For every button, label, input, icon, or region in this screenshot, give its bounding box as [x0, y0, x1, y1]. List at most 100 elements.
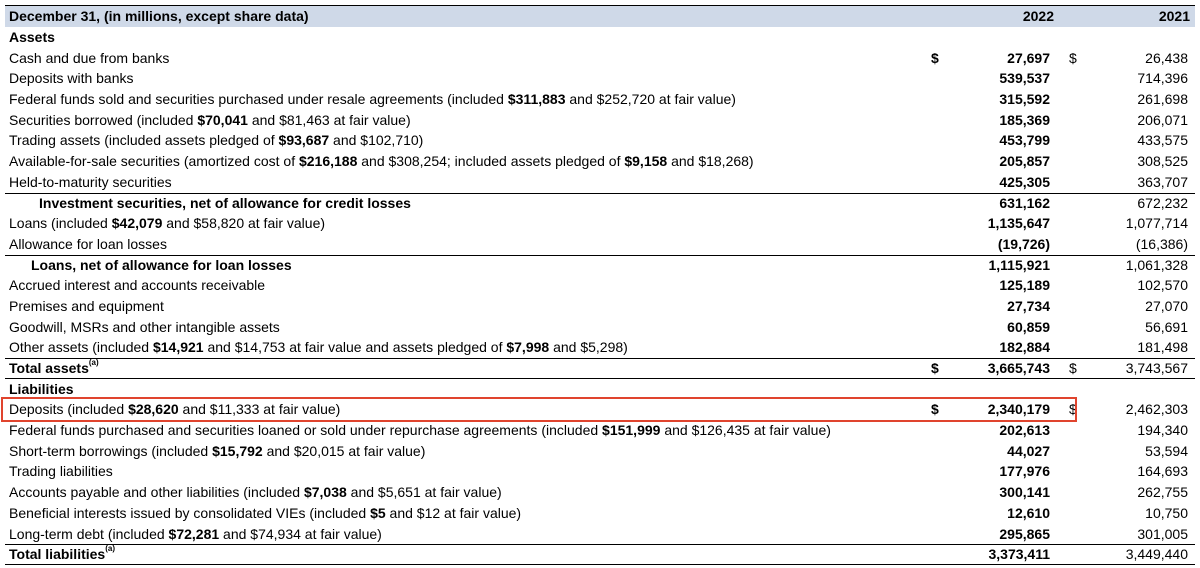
row-label: Deposits with banks [9, 68, 134, 89]
table-row: Goodwill, MSRs and other intangible asse… [5, 317, 1195, 338]
value-2021: 102,570 [1137, 277, 1188, 294]
value-2022: 453,799 [999, 132, 1050, 149]
value-2021: 1,061,328 [1125, 256, 1188, 273]
row-label-bold-part: $14,921 [152, 339, 204, 356]
row-label-bold-part: Total liabilities [9, 546, 106, 563]
row-label: Premises and equipment [9, 296, 164, 317]
table-row: Trading liabilities 177,976 164,693 [5, 461, 1195, 482]
row-label-part: Securities borrowed (included [9, 111, 198, 128]
value-2022: 315,592 [999, 91, 1050, 108]
table-row-highlighted: Deposits (included $28,620 and $11,333 a… [5, 399, 1195, 420]
row-label-part: Available-for-sale securities (amortized… [9, 153, 299, 170]
row-label-bold-part: $7,038 [303, 484, 347, 501]
value-2021: 26,438 [1145, 49, 1188, 66]
value-2021: 206,071 [1137, 111, 1188, 128]
row-label-part: and $18,268) [667, 153, 754, 170]
currency-symbol-2021: $ [1069, 401, 1077, 418]
row-label-part: and $5,298) [549, 339, 628, 356]
value-2022: 295,865 [999, 525, 1050, 542]
row-label-part: and $252,720 at fair value) [565, 91, 736, 108]
value-2021: 714,396 [1137, 70, 1188, 87]
row-label-part: Held-to-maturity securities [9, 173, 172, 190]
row-label: Accrued interest and accounts receivable [9, 275, 265, 296]
value-2021: 53,594 [1145, 442, 1188, 459]
row-label: Short-term borrowings (included $15,792 … [9, 441, 425, 462]
row-label: Federal funds sold and securities purcha… [9, 89, 736, 110]
table-body: Assets Cash and due from banks $27,697 $26,… [5, 27, 1195, 565]
row-label-bold-part: $5 [370, 504, 386, 521]
value-2022: 3,373,411 [988, 546, 1050, 563]
footnote-marker: (a) [105, 544, 115, 554]
value-2021: 10,750 [1145, 504, 1188, 521]
row-label-bold-part: $72,281 [168, 525, 220, 542]
value-2021: 433,575 [1137, 132, 1188, 149]
value-2022: 205,857 [999, 153, 1050, 170]
row-label-bold-part: Loans, net of allowance for loan losses [31, 256, 292, 273]
row-label: Total assets(a) [9, 358, 99, 379]
row-label-part: and $58,820 at fair value) [162, 215, 326, 232]
table-row: Total assets(a) $3,665,743 $3,743,567 [5, 358, 1195, 379]
row-label-part: Loans (included [9, 215, 112, 232]
value-2021: 27,070 [1145, 297, 1188, 314]
row-label: Securities borrowed (included $70,041 an… [9, 110, 411, 131]
row-label-part: and $74,934 at fair value) [219, 525, 382, 542]
row-label: Goodwill, MSRs and other intangible asse… [9, 317, 280, 338]
header-col-2021: 2021 [1158, 8, 1190, 24]
value-2021: 194,340 [1137, 422, 1188, 439]
section-heading-label: Assets [9, 29, 55, 45]
row-label-part: and $308,254; included assets pledged of [357, 153, 625, 170]
value-2021: 1,077,714 [1125, 215, 1188, 232]
row-label-part: Short-term borrowings (included [9, 442, 213, 459]
value-2022: (19,726) [997, 235, 1050, 252]
currency-symbol-2022: $ [931, 401, 939, 418]
row-label-part: and $102,710) [329, 132, 424, 149]
table-row: Allowance for loan losses (19,726) (16,386… [5, 234, 1195, 255]
row-label-bold-part: $42,079 [111, 215, 163, 232]
row-label-part: Deposits (included [9, 401, 129, 418]
value-2021: 181,498 [1137, 339, 1188, 356]
row-label: Loans (included $42,079 and $58,820 at f… [9, 213, 325, 234]
value-2022: 12,610 [1007, 504, 1050, 521]
value-2022: 125,189 [999, 277, 1050, 294]
row-label-bold-part: $7,998 [506, 339, 550, 356]
value-2022: 631,162 [999, 194, 1050, 211]
row-label-bold-part: $93,687 [278, 132, 330, 149]
table-row: Short-term borrowings (included $15,792 … [5, 441, 1195, 462]
value-2022: 27,734 [1007, 297, 1050, 314]
row-label-bold-part: Total assets [9, 360, 89, 376]
value-2022: 539,537 [999, 70, 1050, 87]
row-label-part: Trading assets (included assets pledged … [9, 132, 279, 149]
row-label-part: Other assets (included [9, 339, 153, 356]
currency-symbol-2022: $ [931, 360, 939, 376]
table-row: Held-to-maturity securities 425,305 363,70… [5, 172, 1195, 193]
row-label: Deposits (included $28,620 and $11,333 a… [9, 399, 340, 420]
row-label: Trading liabilities [9, 461, 113, 482]
row-label: Accounts payable and other liabilities (… [9, 482, 502, 503]
row-label: Beneficial interests issued by consolida… [9, 503, 521, 524]
row-label-bold-part: $70,041 [197, 111, 248, 128]
row-label-bold-part: $28,620 [128, 401, 179, 418]
value-2021: 301,005 [1137, 525, 1188, 542]
table-row: Trading assets (included assets pledged … [5, 130, 1195, 151]
row-label: Available-for-sale securities (amortized… [9, 151, 754, 172]
table-row: Loans, net of allowance for loan losses 1… [5, 254, 1195, 276]
value-2021: 56,691 [1145, 318, 1188, 335]
row-label-part: Trading liabilities [9, 463, 113, 480]
value-2021: 363,707 [1137, 173, 1188, 190]
table-row: Other assets (included $14,921 and $14,7… [5, 337, 1195, 358]
value-2022: 3,665,743 [987, 360, 1050, 376]
row-label-bold-part: $15,792 [212, 442, 263, 459]
row-label-part: and $5,651 at fair value) [346, 484, 502, 501]
value-2021: 262,755 [1137, 484, 1188, 501]
table-row: Accrued interest and accounts receivable… [5, 275, 1195, 296]
value-2021: 164,693 [1137, 463, 1188, 480]
row-label-part: Federal funds purchased and securities l… [9, 422, 603, 439]
value-2022: 60,859 [1007, 318, 1050, 335]
currency-symbol-2021: $ [1069, 360, 1077, 376]
value-2022: 1,115,921 [988, 256, 1050, 273]
row-label: Other assets (included $14,921 and $14,7… [9, 337, 628, 358]
row-label-part: and $126,435 at fair value) [660, 422, 831, 439]
table-row: Securities borrowed (included $70,041 an… [5, 110, 1195, 131]
table-row: Accounts payable and other liabilities (… [5, 482, 1195, 503]
header-col-2022: 2022 [1022, 8, 1054, 24]
